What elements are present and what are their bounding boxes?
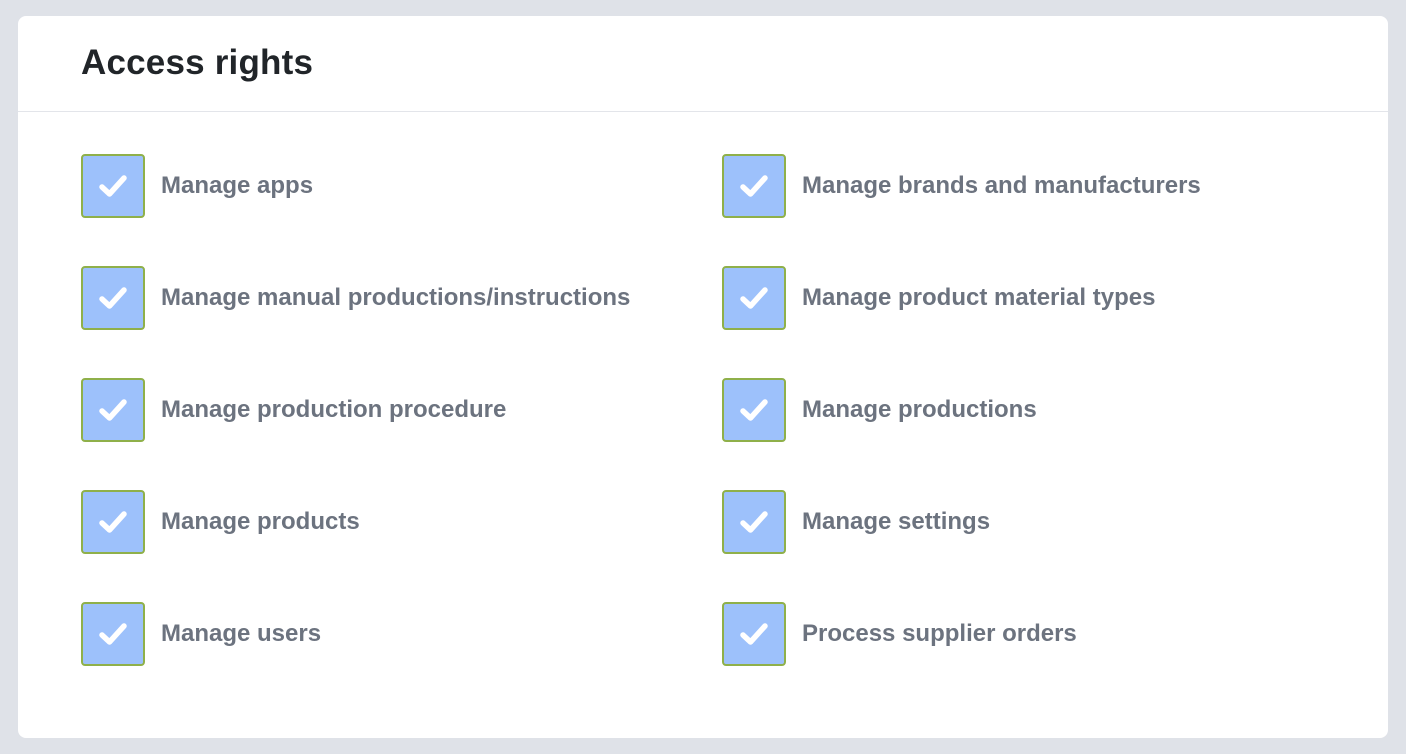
permission-label: Manage manual productions/instructions [161,284,631,311]
permission-checkbox[interactable] [81,602,145,666]
permission-checkbox[interactable] [81,266,145,330]
permission-label: Manage production procedure [161,396,507,423]
permission-checkbox[interactable] [722,154,786,218]
permission-label: Manage products [161,508,360,535]
permission-label: Manage users [161,620,322,647]
permission-process-supplier-orders[interactable]: Process supplier orders [722,602,1321,666]
permission-label: Manage brands and manufacturers [802,172,1201,199]
permission-checkbox[interactable] [722,266,786,330]
permission-manage-product-material-types[interactable]: Manage product material types [722,266,1321,330]
permission-label: Process supplier orders [802,620,1077,647]
check-icon [740,511,768,533]
check-icon [99,399,127,421]
check-icon [99,287,127,309]
permission-checkbox[interactable] [81,490,145,554]
check-icon [99,623,127,645]
check-icon [99,511,127,533]
permission-checkbox[interactable] [81,378,145,442]
access-rights-card: Access rights Manage apps Manage brands … [18,16,1388,738]
permission-manage-users[interactable]: Manage users [81,602,722,666]
permission-manage-productions[interactable]: Manage productions [722,378,1321,442]
card-header: Access rights [18,16,1388,112]
permissions-grid: Manage apps Manage brands and manufactur… [81,154,1321,714]
permission-manage-products[interactable]: Manage products [81,490,722,554]
permission-label: Manage productions [802,396,1037,423]
check-icon [740,175,768,197]
permission-checkbox[interactable] [722,490,786,554]
permission-manage-brands-and-manufacturers[interactable]: Manage brands and manufacturers [722,154,1321,218]
check-icon [99,175,127,197]
permission-label: Manage product material types [802,284,1156,311]
check-icon [740,399,768,421]
check-icon [740,623,768,645]
permission-label: Manage apps [161,172,314,199]
permission-manage-manual-productions[interactable]: Manage manual productions/instructions [81,266,722,330]
permission-checkbox[interactable] [81,154,145,218]
permission-checkbox[interactable] [722,602,786,666]
permission-manage-apps[interactable]: Manage apps [81,154,722,218]
permission-checkbox[interactable] [722,378,786,442]
permission-manage-production-procedure[interactable]: Manage production procedure [81,378,722,442]
permission-manage-settings[interactable]: Manage settings [722,490,1321,554]
permission-label: Manage settings [802,508,991,535]
check-icon [740,287,768,309]
card-title: Access rights [81,43,314,82]
